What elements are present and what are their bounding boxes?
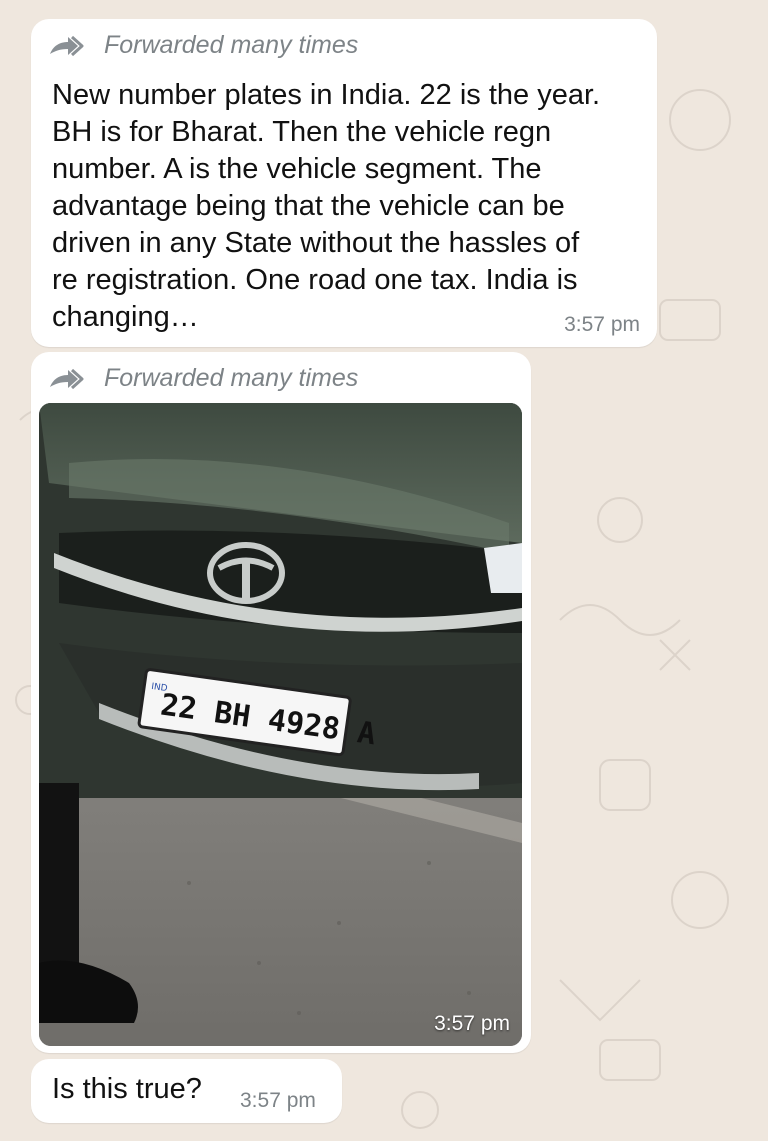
message-bubble-text[interactable]: Forwarded many times New number plates i… [31,19,657,347]
forwarded-indicator: Forwarded many times [48,364,358,393]
car-photo[interactable]: IND 22 BH 4928 A 3:57 pm [39,403,522,1046]
message-time: 3:57 pm [564,313,640,336]
forwarded-label: Forwarded many times [104,31,359,59]
message-text: Is this true? [52,1073,202,1105]
forward-icon [50,368,84,389]
forwarded-indicator: Forwarded many times [48,31,358,60]
message-bubble-question[interactable]: Is this true? 3:57 pm [31,1059,342,1123]
forward-icon [50,35,84,56]
message-time: 3:57 pm [434,1012,510,1035]
car-illustration: IND 22 BH 4928 A [39,403,522,1046]
message-text: New number plates in India. 22 is the ye… [52,79,601,333]
message-time: 3:57 pm [240,1089,316,1112]
forwarded-label: Forwarded many times [104,364,359,392]
